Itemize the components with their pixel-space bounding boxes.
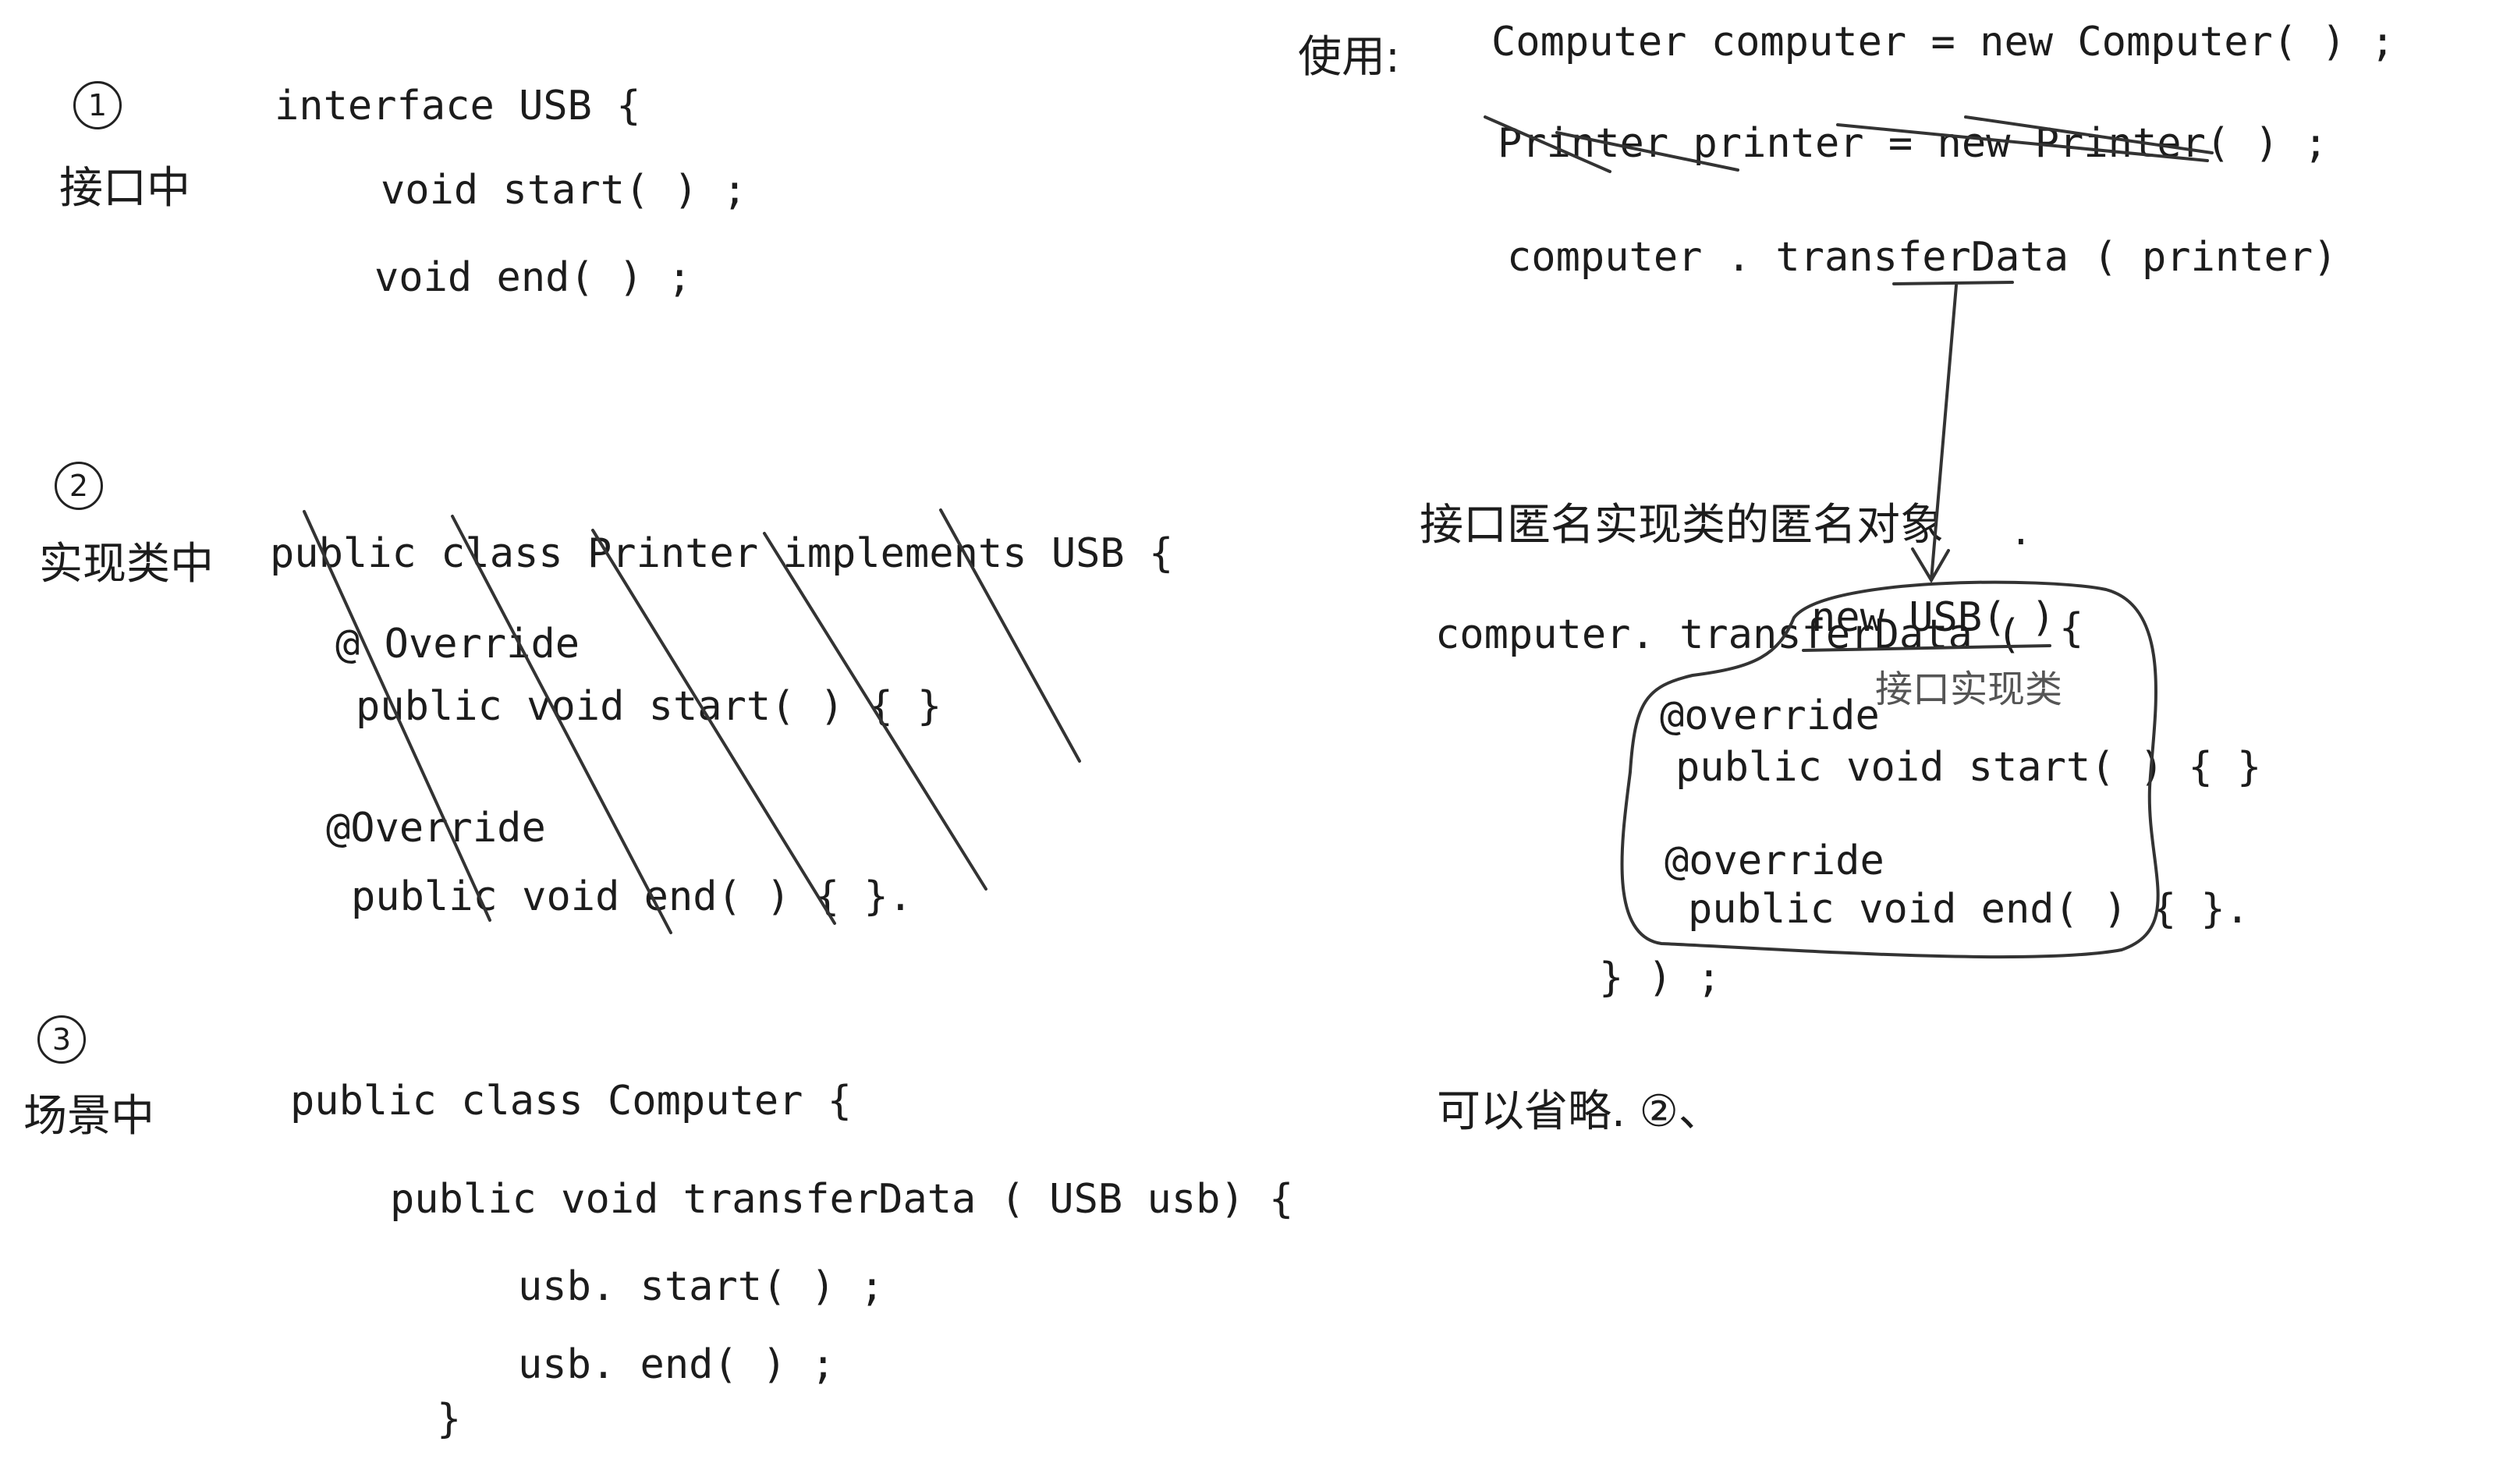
interface-end-method: void end( ) ; <box>374 254 692 301</box>
printer-start-method: public void start( ) { } <box>356 683 942 730</box>
method-closing-brace: } <box>437 1396 462 1443</box>
anonymous-heading-dot: . <box>2014 505 2028 555</box>
section-1-number: 1 <box>73 81 122 129</box>
usage-computer-line: Computer computer = new Computer( ) ; <box>1491 19 2395 66</box>
usb-end-call: usb. end( ) ; <box>518 1341 835 1388</box>
printer-end-method: public void end( ) { }. <box>351 873 913 920</box>
usb-start-call: usb. start( ) ; <box>518 1263 885 1310</box>
usage-label: 使用: <box>1298 32 1400 83</box>
section-1-number-text: 1 <box>87 88 108 122</box>
interface-declaration: interface USB { <box>275 83 641 129</box>
printer-underline <box>1892 281 2014 285</box>
interface-start-method: void start( ) ; <box>381 167 747 214</box>
anonymous-heading: 接口匿名实现类的匿名对象 <box>1420 500 1944 551</box>
anonymous-override-1: @override <box>1660 692 1880 739</box>
anonymous-end-method: public void end( ) { }. <box>1688 886 2250 933</box>
usage-transfer-call: computer . transferData ( printer) <box>1507 234 2338 281</box>
anonymous-open-brace: { <box>2059 605 2084 652</box>
section-3-number: 3 <box>37 1015 86 1064</box>
anonymous-override-2: @override <box>1665 838 1884 884</box>
annotation-marks <box>303 115 2214 959</box>
transfer-data-method: public void transferData ( USB usb) { <box>390 1176 1294 1223</box>
section-2-number: 2 <box>55 462 103 510</box>
anonymous-closing: } ) ; <box>1599 955 1721 1001</box>
printer-override-2: @Override <box>326 805 546 852</box>
section-3-number-text: 3 <box>51 1022 72 1057</box>
printer-override-1: @ Override <box>335 621 580 668</box>
usage-printer-line: Printer printer = new Printer( ) ; <box>1498 120 2328 167</box>
omit-note: 可以省略. ②、 <box>1437 1086 1722 1137</box>
printer-class-declaration: public class Printer implements USB { <box>270 530 1174 577</box>
section-3-label: 场景中 <box>23 1091 154 1142</box>
computer-class-declaration: public class Computer { <box>290 1078 853 1125</box>
section-1-label: 接口中 <box>59 163 190 214</box>
replace-arrow-head <box>1911 547 1950 583</box>
section-2-label: 实现类中 <box>39 539 214 590</box>
impl-class-note: 接口实现类 <box>1875 668 2063 711</box>
section-2-number-text: 2 <box>69 469 89 503</box>
anonymous-new-usb: new USB( ) <box>1811 594 2056 641</box>
anonymous-start-method: public void start( ) { } <box>1675 744 2262 791</box>
